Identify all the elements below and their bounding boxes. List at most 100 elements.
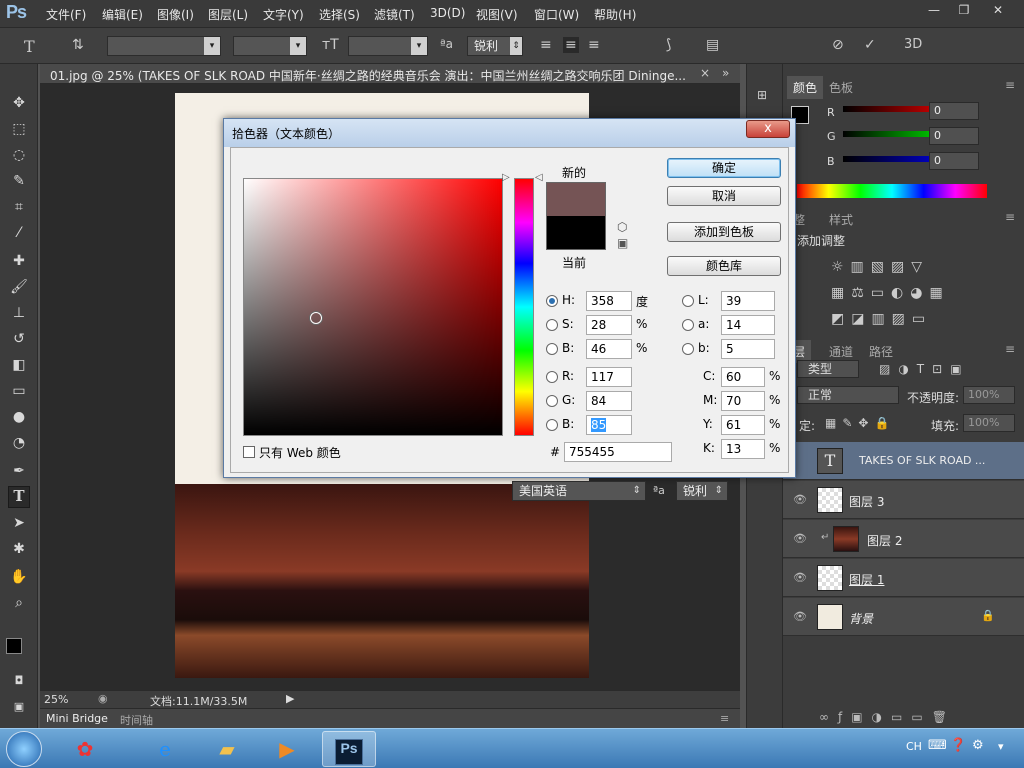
layer-row[interactable]: T TAKES OF SLK ROAD ... [783,442,1024,480]
ime-options-icon[interactable]: ⚙ [972,738,984,753]
layer-name[interactable]: 图层 2 [867,532,902,549]
eye-icon[interactable]: 👁 [793,610,807,623]
brush-tool-icon[interactable]: 🖌 [8,276,30,298]
web-colors-checkbox[interactable] [243,446,255,458]
menu-edit[interactable]: 编辑(E) [102,6,143,23]
eraser-tool-icon[interactable]: ◧ [8,354,30,376]
color-libraries-button[interactable]: 颜色库 [667,256,781,276]
panel-menu-icon[interactable]: ≡ [1005,210,1015,224]
foreground-color-swatch[interactable] [6,638,22,654]
hand-tool-icon[interactable]: ✋ [8,566,30,588]
current-color-swatch[interactable] [546,216,606,250]
red-radio[interactable] [546,371,558,383]
lightness-input[interactable]: 39 [721,291,775,311]
cancel-button[interactable]: 取消 [667,186,781,206]
ok-button[interactable]: 确定 [667,158,781,178]
a-channel-input[interactable]: 14 [721,315,775,335]
custom-shape-icon[interactable]: ✱ [8,538,30,560]
brightness-input[interactable]: 46 [586,339,632,359]
menu-image[interactable]: 图像(I) [157,6,194,23]
align-center-icon[interactable]: ≡ [563,37,579,53]
start-button-icon[interactable] [6,731,42,767]
hue-radio[interactable] [546,295,558,307]
dodge-tool-icon[interactable]: ◔ [8,432,30,454]
b-channel-input[interactable]: 5 [721,339,775,359]
antialias-select[interactable]: 锐利 ⇕ [467,36,523,56]
font-family-select[interactable]: ▾ [107,36,221,56]
layer-footer-icons[interactable]: ∞ƒ▣◑▭▭🗑 [819,710,956,724]
align-right-icon[interactable]: ≡ [588,37,600,53]
warp-text-icon[interactable]: ⟆ [666,37,671,53]
marquee-tool-icon[interactable]: ⬚ [8,118,30,140]
antialias-select[interactable]: 锐利 ⇕ [676,481,728,501]
file-explorer-icon[interactable]: ▰ [200,731,254,767]
status-menu-icon[interactable]: ◉ [98,692,108,705]
color-picker-cursor[interactable] [310,312,322,324]
menu-window[interactable]: 窗口(W) [534,6,579,23]
close-icon[interactable]: x [746,120,790,138]
tray-arrow-icon[interactable]: ▾ [998,740,1004,753]
magenta-input[interactable]: 70 [721,391,765,411]
tab-color[interactable]: 颜色 [787,76,824,99]
lock-icons[interactable]: ▦✎✥🔒 [825,416,895,430]
blue-input[interactable]: 85 [586,415,632,435]
crop-tool-icon[interactable]: ⌗ [8,196,30,218]
blue-radio[interactable] [546,419,558,431]
eye-icon[interactable]: 👁 [793,532,807,545]
add-to-swatches-button[interactable]: 添加到色板 [667,222,781,242]
font-size-select[interactable]: ▾ [348,36,428,56]
panel-menu-icon[interactable]: ≡ [720,712,729,725]
red-input[interactable]: 117 [586,367,632,387]
green-input[interactable]: 84 [586,391,632,411]
adjustment-icons[interactable]: ☼▥▧▨▽ ▦⚖▭◐◕▦ ◩◪▥▨▭ [831,254,971,327]
app-picasa-icon[interactable]: ✿ [58,731,112,767]
layer-filter-icons[interactable]: ▨◑T⊡▣ [879,362,970,376]
color-field[interactable] [243,178,503,436]
zoom-tool-icon[interactable]: ⌕ [8,592,30,614]
lasso-tool-icon[interactable]: ◌ [8,144,30,166]
blue-value[interactable]: 0 [929,152,979,170]
stamp-tool-icon[interactable]: ⊥ [8,302,30,324]
3d-text-icon[interactable]: 3D [904,37,922,52]
saturation-input[interactable]: 28 [586,315,632,335]
layer-name[interactable]: 背景 [849,610,873,627]
fill-input[interactable]: 100% [963,414,1015,432]
gradient-tool-icon[interactable]: ▭ [8,380,30,402]
quick-mask-icon[interactable]: ◘ [8,670,30,692]
eyedropper-tool-icon[interactable]: ⁄ [8,222,30,244]
hue-slider[interactable] [514,178,534,436]
a-channel-radio[interactable] [682,319,694,331]
commit-icon[interactable]: ✓ [864,37,876,53]
layer-row[interactable]: 👁 图层 1 [783,559,1024,597]
screen-mode-icon[interactable]: ▣ [8,696,30,718]
lightness-radio[interactable] [682,295,694,307]
saturation-radio[interactable] [546,319,558,331]
restore-icon[interactable]: ❐ [950,0,978,20]
history-brush-icon[interactable]: ↺ [8,328,30,350]
media-player-icon[interactable]: ▶ [260,731,314,767]
green-value[interactable]: 0 [929,127,979,145]
layer-name[interactable]: 图层 3 [849,493,884,510]
font-style-select[interactable]: ▾ [233,36,307,56]
tab-timeline[interactable]: 时间轴 [120,712,153,728]
internet-explorer-icon[interactable]: e [138,731,192,767]
dialog-titlebar[interactable]: 拾色器（文本颜色） x [224,119,795,147]
layer-row[interactable]: 👁 背景 🔒 [783,598,1024,636]
cancel-icon[interactable]: ⊘ [832,37,844,53]
b-channel-radio[interactable] [682,343,694,355]
layer-row[interactable]: 👁 图层 3 [783,481,1024,519]
tab-mini-bridge[interactable]: Mini Bridge [46,712,108,725]
opacity-input[interactable]: 100% [963,386,1015,404]
menu-help[interactable]: 帮助(H) [594,6,636,23]
eye-icon[interactable]: 👁 [793,571,807,584]
layer-filter-select[interactable]: 类型 [797,360,859,378]
history-panel-icon[interactable]: ⊞ [757,88,767,102]
align-left-icon[interactable]: ≡ [540,37,552,53]
tab-styles[interactable]: 样式 [823,208,859,231]
language-select[interactable]: 美国英语 ⇕ [512,481,646,501]
more-tabs-icon[interactable]: » [722,66,729,80]
color-spectrum[interactable] [797,184,987,198]
panel-menu-icon[interactable]: ≡ [1005,78,1015,92]
gamut-warning-icon[interactable]: ⬡ [617,220,627,234]
hex-input[interactable]: 755455 [564,442,672,462]
